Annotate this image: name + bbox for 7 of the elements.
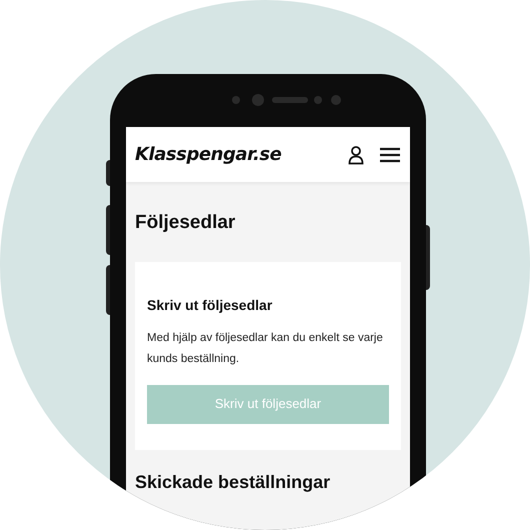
card-text: Med hjälp av följesedlar kan du enkelt se varje kunds beställning. xyxy=(147,330,384,366)
menu-icon[interactable] xyxy=(380,146,400,162)
section-title: Skickade beställningar xyxy=(135,472,332,492)
site-logo[interactable]: Klasspengar.se xyxy=(135,141,282,168)
page-title: Följesedlar xyxy=(135,211,236,235)
card-title: Skriv ut följesedlar xyxy=(147,296,274,315)
user-icon[interactable] xyxy=(348,144,364,164)
